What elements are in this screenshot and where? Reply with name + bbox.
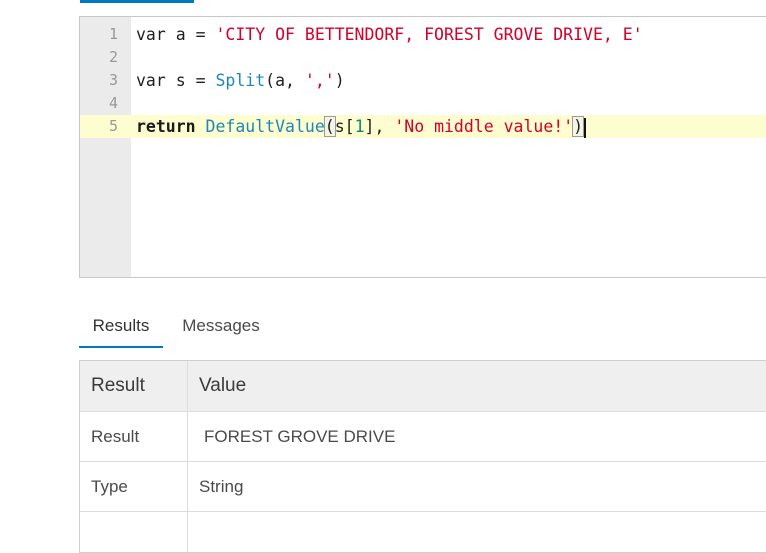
code-plain: a =	[165, 25, 216, 44]
code-plain: )	[334, 71, 345, 90]
keyword: var	[136, 71, 166, 90]
row-key: Type	[80, 462, 188, 511]
tab-messages[interactable]: Messages	[175, 306, 267, 346]
table-row: Type String	[80, 462, 766, 512]
code-text[interactable]: var a = 'CITY OF BETTENDORF, FOREST GROV…	[136, 23, 643, 46]
function-name: DefaultValue	[205, 117, 325, 136]
keyword: var	[136, 25, 166, 44]
function-name: Split	[215, 71, 266, 90]
text-cursor	[584, 117, 587, 138]
table-row: Result FOREST GROVE DRIVE	[80, 412, 766, 462]
code-plain: (a,	[265, 71, 305, 90]
column-header-value: Value	[199, 375, 247, 396]
code-line-4[interactable]: 4	[80, 92, 766, 115]
line-number: 4	[108, 94, 118, 112]
line-number: 2	[108, 48, 118, 66]
row-key: Result	[80, 412, 188, 461]
code-plain: s =	[165, 71, 216, 90]
top-tab-indicator	[80, 0, 194, 3]
number-literal: 1	[354, 117, 365, 136]
string-literal: 'No middle value!'	[394, 117, 574, 136]
code-line-5-active[interactable]: 5 return DefaultValue(s[1], 'No middle v…	[80, 115, 766, 138]
code-line-3[interactable]: 3 var s = Split(a, ',')	[80, 69, 766, 92]
matching-bracket-open: (	[323, 116, 336, 137]
results-table: Result Value Result FOREST GROVE DRIVE T…	[79, 360, 766, 553]
line-number: 5	[108, 117, 118, 135]
code-line-1[interactable]: 1 var a = 'CITY OF BETTENDORF, FOREST GR…	[80, 23, 766, 46]
code-plain: s[	[334, 117, 355, 136]
column-header-result: Result	[80, 361, 188, 411]
code-line-2[interactable]: 2	[80, 46, 766, 69]
code-text[interactable]: var s = Split(a, ',')	[136, 69, 345, 92]
string-literal: 'CITY OF BETTENDORF, FOREST GROVE DRIVE,…	[215, 25, 643, 44]
tab-results[interactable]: Results	[79, 306, 163, 348]
matching-bracket-close: )	[572, 116, 585, 137]
table-header-row: Result Value	[80, 361, 766, 412]
row-value: String	[199, 476, 244, 496]
code-plain	[196, 117, 206, 136]
line-number: 1	[108, 25, 118, 43]
code-plain: ],	[364, 117, 395, 136]
code-editor[interactable]: 1 var a = 'CITY OF BETTENDORF, FOREST GR…	[79, 16, 766, 278]
row-key-empty	[80, 512, 188, 552]
line-number: 3	[108, 71, 118, 89]
code-text[interactable]: return DefaultValue(s[1], 'No middle val…	[136, 115, 587, 138]
string-literal: ','	[304, 71, 335, 90]
table-row-empty	[80, 512, 766, 552]
row-value: FOREST GROVE DRIVE	[204, 426, 396, 446]
keyword: return	[136, 117, 196, 136]
